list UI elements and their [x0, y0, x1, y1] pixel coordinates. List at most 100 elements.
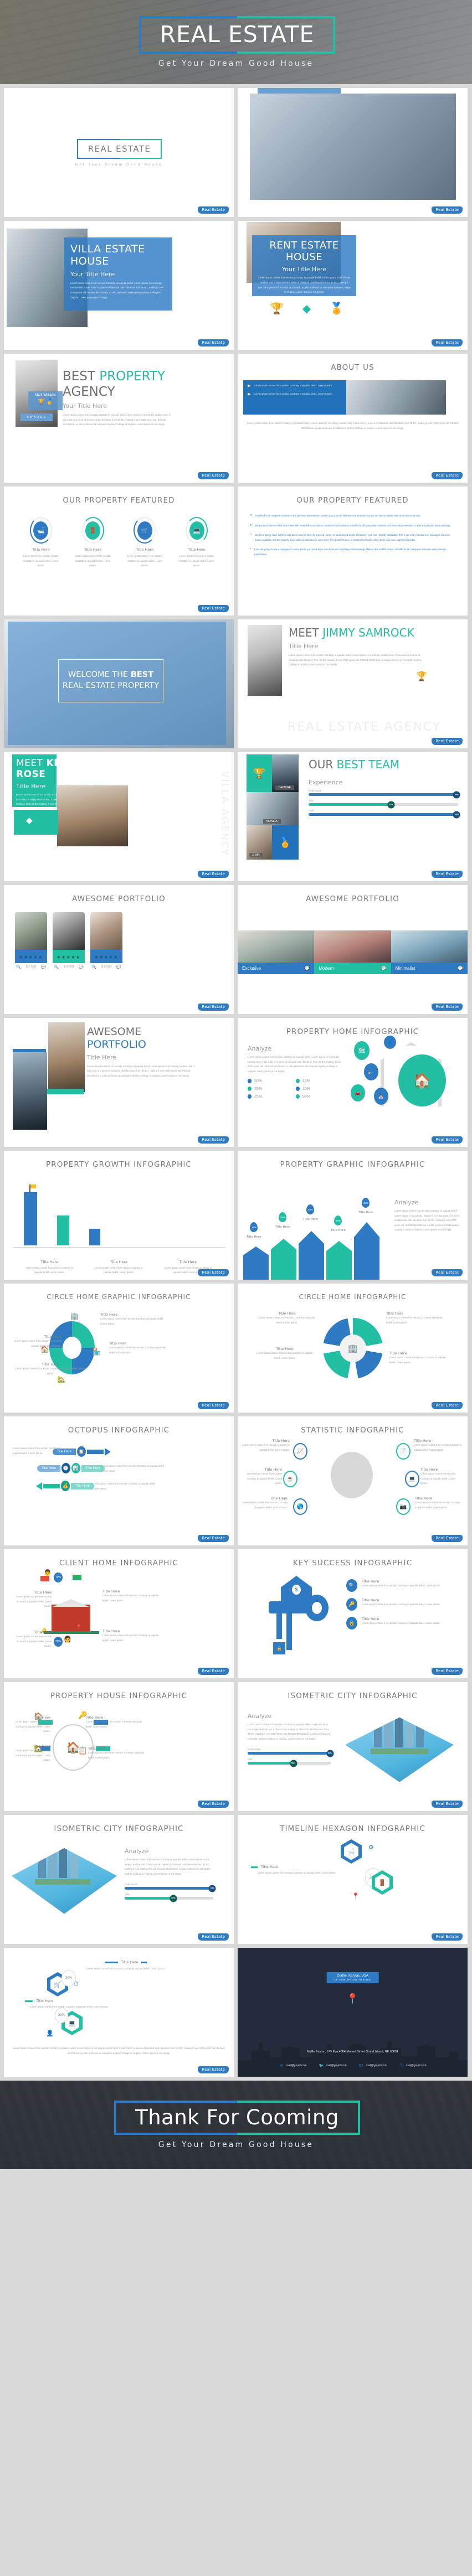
legend-dot	[296, 1079, 300, 1084]
bullet-text: If you are going to use a passage of Lor…	[253, 548, 446, 556]
rating-bar: ★★★★★	[15, 950, 47, 963]
hero-title: REAL ESTATE	[160, 21, 315, 48]
portfolio-title-b: PORTFOLIO	[87, 1038, 146, 1051]
bullet-icon: ✦	[250, 514, 253, 517]
portfolio-photo	[53, 912, 85, 950]
hero-subtitle: Get Your Dream Good House	[158, 59, 314, 68]
comment-icon[interactable]: 💬	[458, 966, 463, 971]
slide-timeline-hexagon-infographic-a[interactable]: TIMELINE HEXAGON INFOGRAPHIC 🛁 ⚙ 30% 🚪 📍…	[238, 1815, 468, 1944]
slide-awesome-portfolio-tiles[interactable]: AWESOME PORTFOLIO Exclusive 💬 Modern 💬 M…	[238, 885, 468, 1014]
client-label-item: Title Here Lorem Ipsum comes from section…	[16, 1590, 52, 1608]
slide-meet-jimmy[interactable]: MEET JIMMY SAMROCK Title Here Lorem Ipsu…	[238, 619, 468, 748]
portfolio-card[interactable]: ★★★★★ 🔍 $ 2.500 💬	[15, 912, 47, 971]
featured-item[interactable]: 🚪 Title Here Lorem Ipsum comes from sect…	[73, 517, 113, 568]
search-icon[interactable]: 🔍	[16, 965, 21, 969]
contact-facebook[interactable]: f mail@gmail.com	[399, 2063, 427, 2068]
diamond-icon: ◆	[302, 303, 311, 315]
slide-statistic-infographic[interactable]: STATISTIC INFOGRAPHIC 📈 📄 ☕ 💻 🌎 📷 Title …	[238, 1416, 468, 1545]
slide-contact[interactable]: Olathe, Kansas, USA Lat: 38.881397 Long:…	[238, 1948, 468, 2077]
brand-badge: Real Estate	[198, 1801, 229, 1808]
brand-badge: Real Estate	[198, 1003, 229, 1011]
circle-label-item: Title Here Lorem Ipsum comes from sectio…	[389, 1351, 446, 1364]
slide-property-home-infographic[interactable]: PROPERTY HOME INFOGRAPHIC Analyze Lorem …	[238, 1018, 468, 1147]
home-icon: 🏠	[398, 1054, 446, 1106]
slide-property-graphic-infographic[interactable]: PROPERTY GRAPHIC INFOGRAPHIC 15% Title H…	[238, 1151, 468, 1280]
key-tooth	[276, 1613, 282, 1639]
graphic-title: PROPERTY GRAPHIC INFOGRAPHIC	[280, 1160, 425, 1169]
portfolio-photo-right	[48, 1022, 85, 1092]
kelly-teal-panel-2	[14, 810, 58, 835]
featured-item[interactable]: 💻 Title Here Lorem Ipsum comes from sect…	[177, 517, 217, 568]
brand-badge: Real Estate	[198, 871, 229, 878]
search-icon[interactable]: 🔍	[54, 965, 59, 969]
diamond-icon: ◆	[26, 816, 33, 825]
slide-circle-home-graphic-infographic[interactable]: CIRCLE HOME GRAPHIC INFOGRAPHIC 🏢 🏠 🏡 🏪 …	[4, 1284, 234, 1413]
slide-intro-photo[interactable]: Real Estate	[238, 88, 468, 217]
portfolio-subtitle: Title Here	[87, 1053, 117, 1061]
slide-awesome-portfolio-text[interactable]: AWESOME PORTFOLIO Title Here Lorem Ipsum…	[4, 1018, 234, 1147]
slide-property-house-infographic[interactable]: PROPERTY HOUSE INFOGRAPHIC 🏠 🏠 🏡 🔑 📋 Tit…	[4, 1682, 234, 1811]
slide-isometric-city-infographic-b[interactable]: ISOMETRIC CITY INFOGRAPHIC Analyze Lorem…	[4, 1815, 234, 1944]
play-icon: ▶	[248, 392, 251, 396]
featured-item[interactable]: 🛒 Title Here Lorem Ipsum comes from sect…	[125, 517, 165, 568]
hexagon-step: 🚪	[372, 1870, 393, 1895]
featured-item[interactable]: 🛁 Title Here Lorem Ipsum comes from sect…	[21, 517, 61, 568]
brand-badge: Real Estate	[198, 472, 229, 479]
play-icon: ▶	[248, 384, 251, 388]
slide-thumbnail-grid: REAL ESTATE Get Your Dream Good House Re…	[0, 84, 472, 2081]
portfolio-tile[interactable]: Modern 💬	[314, 930, 391, 974]
contact-twitter[interactable]: 🐦 mail@gmail.com	[319, 2063, 347, 2068]
slide-rent-estate[interactable]: RENT ESTATE HOUSE Your Title Here Lorem …	[238, 221, 468, 350]
portfolio-card[interactable]: ★★★★★ 🔍 $ 4.500 💬	[53, 912, 85, 971]
slide-property-growth-infographic[interactable]: PROPERTY GROWTH INFOGRAPHIC Title Here L…	[4, 1151, 234, 1280]
comment-icon[interactable]: 💬	[79, 965, 84, 969]
octopus-node: 💰 Title Here	[36, 1481, 94, 1491]
slide-about-us[interactable]: ABOUT US ▶ Lorem Ipsum comes from section…	[238, 354, 468, 483]
portfolio-tile[interactable]: Exclusive 💬	[238, 930, 315, 974]
stopwatch-icon: ⏱	[74, 1981, 79, 1988]
tile-label: Minimalist	[395, 966, 415, 971]
slide-our-best-team[interactable]: 🏆 GEORGE MONICA JOHN 🏅 OUR BEST TEAM Exp…	[238, 752, 468, 881]
house-illustration	[52, 1605, 90, 1632]
slide-key-success-infographic[interactable]: KEY SUCCESS INFOGRAPHIC $ 🔒 🔍 Title Here…	[238, 1549, 468, 1678]
search-icon[interactable]: 🔍	[91, 965, 96, 969]
slide-timeline-hexagon-infographic-b[interactable]: Title Here Lorem Ipsum comes from sectio…	[4, 1948, 234, 2077]
slide-octopus-infographic[interactable]: OCTOPUS INFOGRAPHIC Title Here 📋 Title H…	[4, 1416, 234, 1545]
location-name: Olathe, Kansas, USA	[337, 1974, 368, 1978]
slide-our-property-featured-list[interactable]: OUR PROPERTY FEATURED ✦ Suitable for all …	[238, 487, 468, 615]
slide-villa-estate[interactable]: VILLA ESTATE HOUSE Your Title Here Lorem…	[4, 221, 234, 350]
slide-cover[interactable]: REAL ESTATE Get Your Dream Good House Re…	[4, 88, 234, 217]
stat-label-item: Title Here Lorem Ipsum comes from section…	[247, 1467, 282, 1485]
contact-google-plus[interactable]: g+ mail@gmail.com	[359, 2063, 387, 2068]
comment-icon[interactable]: 💬	[381, 966, 387, 971]
comment-icon[interactable]: 💬	[116, 965, 121, 969]
key-tooth	[286, 1613, 292, 1650]
pin-icon: 20%	[334, 1215, 342, 1225]
brand-badge: Real Estate	[198, 605, 229, 612]
slide-awesome-portfolio-cards[interactable]: AWESOME PORTFOLIO ★★★★★ 🔍 $ 2.500 💬 ★★★★…	[4, 885, 234, 1014]
door-icon: 🚪	[85, 521, 101, 540]
key-ring	[305, 1595, 329, 1621]
isometric-title-b: ISOMETRIC CITY INFOGRAPHIC	[54, 1824, 184, 1833]
slide-client-home-infographic[interactable]: CLIENT HOME INFOGRAPHIC 70% 30% 👨 👩 📍 🔑 …	[4, 1549, 234, 1678]
rent-title: RENT ESTATE HOUSE	[269, 240, 339, 263]
bullet-text: But the majority have suffered alteratio…	[255, 534, 450, 541]
portfolio-tile[interactable]: Minimalist 💬	[391, 930, 468, 974]
comment-icon[interactable]: 💬	[41, 965, 46, 969]
slide-meet-kelly[interactable]: MEET KELLY ROSE Title Here Lorem Ipsum c…	[4, 752, 234, 881]
slide-isometric-city-infographic-a[interactable]: ISOMETRIC CITY INFOGRAPHIC Analyze Lorem…	[238, 1682, 468, 1811]
circle-graphic-title: CIRCLE HOME GRAPHIC INFOGRAPHIC	[47, 1293, 191, 1301]
bullet-icon: ➤	[250, 523, 253, 527]
slide-best-property-agency[interactable]: Mark Williams 🏆 🏅 AWARDS BEST PROPERTY A…	[4, 354, 234, 483]
slide-circle-home-infographic[interactable]: CIRCLE HOME INFOGRAPHIC 🏢 Title Here Lor…	[238, 1284, 468, 1413]
villa-agency-watermark: VILLA AGENCY	[219, 771, 230, 857]
graphic-point: 45% Title Here	[358, 1198, 373, 1214]
portfolio-card[interactable]: ★★★★★ 🔍 $ 6.500 💬	[90, 912, 122, 971]
contact-mail[interactable]: ✉ mail@gmail.com	[279, 2063, 306, 2068]
comment-icon[interactable]: 💬	[304, 966, 310, 971]
isometric-city-illustration	[345, 1717, 454, 1782]
slide-our-property-featured-icons[interactable]: OUR PROPERTY FEATURED 🛁 Title Here Lorem…	[4, 487, 234, 615]
circle-label-item: Title Here Lorem Ipsum comes from sectio…	[14, 1334, 61, 1347]
slide-welcome-best[interactable]: WELCOME THE BEST REAL ESTATE PROPERTY	[4, 619, 234, 748]
agency-watermark: REAL ESTATE AGENCY	[288, 720, 442, 734]
